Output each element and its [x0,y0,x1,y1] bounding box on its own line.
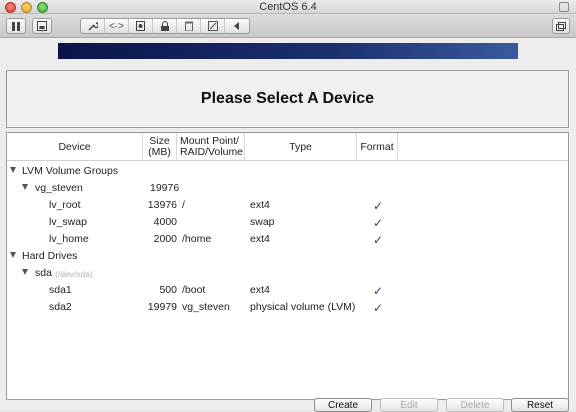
tree-row-sda1[interactable]: sda1 500 /boot ext4 ✓ [7,282,568,298]
page-header: Please Select A Device [6,70,569,128]
device-tree-header: Device Size (MB) Mount Point/RAID/Volume … [7,133,568,161]
installer-banner [58,43,518,59]
format-check-icon: ✓ [373,233,384,247]
lock-icon [160,21,169,31]
tree-row-lv-root[interactable]: lv_root 13976 / ext4 ✓ [7,197,568,213]
snapshot-button[interactable] [32,18,52,34]
action-buttons: Create Edit Delete Reset [0,398,576,412]
tree-row-sda2[interactable]: sda2 19979 vg_steven physical volume (LV… [7,299,568,315]
arrow-left-icon [234,22,239,30]
tree-row-hard-drives[interactable]: Hard Drives [7,248,568,264]
tree-row-lv-swap[interactable]: lv_swap 4000 swap ✓ [7,214,568,230]
column-device[interactable]: Device [7,133,143,161]
vm-toolbar: <·> [0,14,576,38]
snapshot-icon [37,21,47,31]
device-toolbar-segment: <·> [80,18,250,34]
expander-open-icon[interactable] [10,252,16,258]
column-size[interactable]: Size (MB) [143,133,177,161]
lock-button[interactable] [153,19,177,33]
wrench-icon [88,22,98,31]
device-tree[interactable]: Device Size (MB) Mount Point/RAID/Volume … [6,132,569,400]
column-mount-point[interactable]: Mount Point/RAID/Volume [177,133,245,161]
tree-row-lv-home[interactable]: lv_home 2000 /home ext4 ✓ [7,231,568,247]
edit-icon [207,21,218,31]
page-title: Please Select A Device [200,90,375,107]
trash-icon [184,21,193,31]
format-check-icon: ✓ [373,216,384,230]
edit-button[interactable] [201,19,225,33]
pause-button[interactable] [6,18,26,34]
network-arrows-icon: <·> [108,20,124,32]
window-title: CentOS 6.4 [259,1,317,13]
tree-row-lvm-volume-groups[interactable]: LVM Volume Groups [7,163,568,179]
trash-button[interactable] [177,19,201,33]
settings-button[interactable] [81,19,105,33]
format-check-icon: ✓ [373,199,384,213]
tree-row-sda[interactable]: sda (/dev/sda) [7,265,568,281]
fullscreen-icon[interactable] [559,2,569,12]
expander-open-icon[interactable] [22,184,28,190]
window-mode-button[interactable] [552,18,570,34]
network-button[interactable]: <·> [105,19,129,33]
installer-content: Please Select A Device Device Size (MB) M… [0,38,576,412]
disk-button[interactable] [129,19,153,33]
format-check-icon: ✓ [373,301,384,315]
window-titlebar: CentOS 6.4 [0,0,576,14]
window-mode-icon [556,21,566,31]
tree-row-vg-steven[interactable]: vg_steven 19976 [7,180,568,196]
device-path: (/dev/sda) [55,269,93,279]
back-button[interactable] [225,19,249,33]
format-check-icon: ✓ [373,284,384,298]
pause-icon [12,21,20,31]
column-type[interactable]: Type [245,133,357,161]
expander-open-icon[interactable] [10,167,16,173]
column-format[interactable]: Format [357,133,398,161]
expander-open-icon[interactable] [22,269,28,275]
disk-icon [136,21,145,31]
